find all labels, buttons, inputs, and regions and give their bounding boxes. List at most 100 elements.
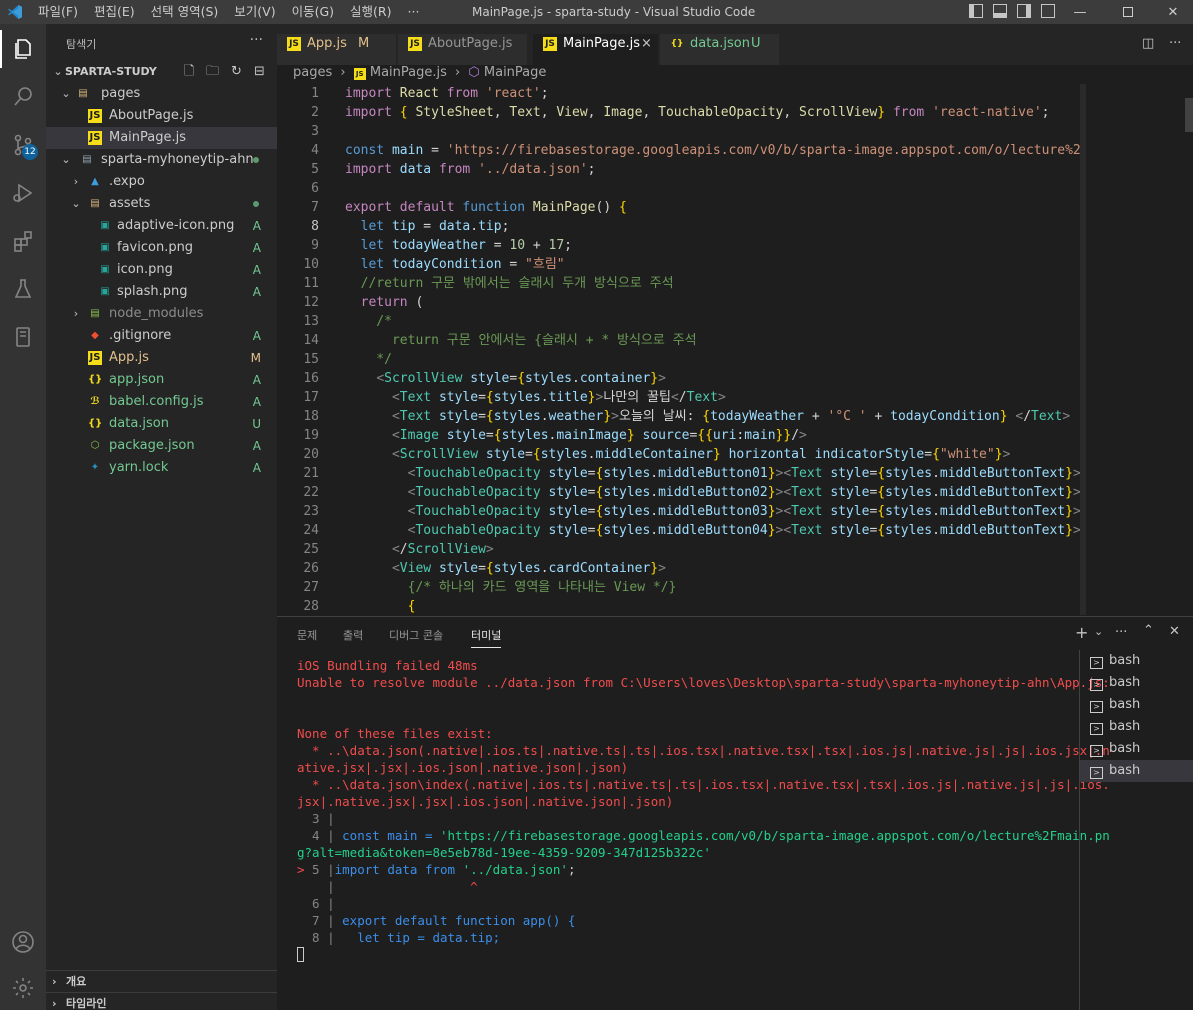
code-line[interactable]: 2 import { StyleSheet, Text, View, Image,… <box>277 103 1080 122</box>
tab-problems[interactable]: 문제 <box>297 627 317 643</box>
terminal-instance[interactable]: > bash <box>1080 650 1193 672</box>
tab-output[interactable]: 출력 <box>343 627 363 643</box>
code-line[interactable]: 17 <Text style={styles.title}>나만의 꿀팁</Te… <box>277 388 1080 407</box>
code-line[interactable]: 16 <ScrollView style={styles.container}> <box>277 369 1080 388</box>
tree-item-adaptive-icon[interactable]: ▣ adaptive-icon.png A <box>46 215 277 237</box>
code-line[interactable]: 10 let todayCondition = "흐림" <box>277 255 1080 274</box>
workspace-root[interactable]: ⌄ SPARTA-STUDY 🗋 🗀 ↻ ⊟ <box>46 61 277 83</box>
close-tab-icon[interactable]: × <box>641 34 652 54</box>
tree-item-data-json[interactable]: {} data.json U <box>46 413 277 435</box>
tree-item-node-modules[interactable]: › ▤ node_modules <box>46 303 277 325</box>
menu-more[interactable]: ··· <box>400 0 428 24</box>
tab-debug-console[interactable]: 디버그 콘솔 <box>389 627 443 643</box>
explorer-icon[interactable] <box>0 26 46 72</box>
tree-item-pages[interactable]: ⌄ ▤ pages <box>46 83 277 105</box>
tab-aboutpage[interactable]: JS AboutPage.js <box>398 34 528 65</box>
tab-mainpage[interactable]: JS MainPage.js × <box>533 34 659 65</box>
collapse-all-icon[interactable]: ⊟ <box>254 61 265 83</box>
code-line[interactable]: 25 </ScrollView> <box>277 540 1080 559</box>
terminal-instance[interactable]: > bash <box>1080 672 1193 694</box>
code-line[interactable]: 11 //return 구문 밖에서는 슬래시 두개 방식으로 주석 <box>277 274 1080 293</box>
tree-item-app-js[interactable]: JS App.js M <box>46 347 277 369</box>
menu-view[interactable]: 보기(V) <box>226 0 283 24</box>
explorer-more-icon[interactable]: ··· <box>250 32 263 48</box>
tab-app-js[interactable]: JS App.js M <box>277 34 397 65</box>
code-line[interactable]: 21 <TouchableOpacity style={styles.middl… <box>277 464 1080 483</box>
tree-item-assets[interactable]: ⌄ ▤ assets <box>46 193 277 215</box>
toggle-sidebar-icon[interactable] <box>969 4 983 18</box>
code-line[interactable]: 18 <Text style={styles.weather}>오늘의 날씨: … <box>277 407 1080 426</box>
terminal-dropdown-icon[interactable]: ⌄ <box>1094 625 1103 638</box>
new-file-icon[interactable]: 🗋 <box>184 61 194 83</box>
outline-section[interactable]: › 개요 <box>46 970 277 992</box>
customize-layout-icon[interactable] <box>1041 4 1055 18</box>
tree-item-favicon[interactable]: ▣ favicon.png A <box>46 237 277 259</box>
code-line[interactable]: 19 <Image style={styles.mainImage} sourc… <box>277 426 1080 445</box>
menu-go[interactable]: 이동(G) <box>284 0 342 24</box>
breadcrumb-file[interactable]: MainPage.js <box>370 65 447 80</box>
code-line[interactable]: 4 const main = 'https://firebasestorage.g… <box>277 141 1080 160</box>
code-line[interactable]: 12 return ( <box>277 293 1080 312</box>
code-line[interactable]: 20 <ScrollView style={styles.middleConta… <box>277 445 1080 464</box>
code-line[interactable]: 13 /* <box>277 312 1080 331</box>
new-folder-icon[interactable]: 🗀 <box>206 61 219 83</box>
tab-data-json[interactable]: {} data.json U <box>660 34 780 65</box>
maximize-button[interactable] <box>1105 0 1151 24</box>
tree-item-babel-config[interactable]: ℬ babel.config.js A <box>46 391 277 413</box>
tree-item-mainpage[interactable]: JS MainPage.js <box>46 127 277 149</box>
code-line[interactable]: 8 let tip = data.tip; <box>277 217 1080 236</box>
tree-item-gitignore[interactable]: ◆ .gitignore A <box>46 325 277 347</box>
tree-item-expo[interactable]: › ▲ .expo <box>46 171 277 193</box>
tree-item-aboutpage[interactable]: JS AboutPage.js <box>46 105 277 127</box>
code-line[interactable]: 15 */ <box>277 350 1080 369</box>
close-window-button[interactable]: ✕ <box>1150 0 1193 24</box>
breadcrumb-folder[interactable]: pages <box>293 65 332 80</box>
code-line[interactable]: 5 import data from '../data.json'; <box>277 160 1080 179</box>
accounts-icon[interactable] <box>0 919 46 965</box>
search-icon[interactable] <box>0 74 46 120</box>
panel-more-icon[interactable]: ··· <box>1115 625 1127 640</box>
minimap[interactable] <box>1080 84 1193 615</box>
code-line[interactable]: 27 {/* 하나의 카드 영역을 나타내는 View */} <box>277 578 1080 597</box>
code-line[interactable]: 1 import React from 'react'; <box>277 84 1080 103</box>
code-line[interactable]: 3 <box>277 122 1080 141</box>
tree-item-app-json[interactable]: {} app.json A <box>46 369 277 391</box>
terminal-instance[interactable]: > bash <box>1080 716 1193 738</box>
code-line[interactable]: 14 return 구문 안에서는 {슬래시 + * 방식으로 주석 <box>277 331 1080 350</box>
terminal-instance[interactable]: > bash <box>1080 760 1193 782</box>
code-line[interactable]: 22 <TouchableOpacity style={styles.middl… <box>277 483 1080 502</box>
run-debug-icon[interactable] <box>0 170 46 216</box>
remote-explorer-icon[interactable] <box>0 314 46 360</box>
timeline-section[interactable]: › 타임라인 <box>46 992 277 1010</box>
code-line[interactable]: 7 export default function MainPage() { <box>277 198 1080 217</box>
code-line[interactable]: 28 { <box>277 597 1080 615</box>
code-line[interactable]: 23 <TouchableOpacity style={styles.middl… <box>277 502 1080 521</box>
minimize-button[interactable]: — <box>1057 0 1103 24</box>
code-line[interactable]: 6 <box>277 179 1080 198</box>
refresh-icon[interactable]: ↻ <box>231 61 242 83</box>
tree-item-project-folder[interactable]: ⌄ ▤ sparta-myhoneytip-ahn <box>46 149 277 171</box>
menu-run[interactable]: 실행(R) <box>342 0 399 24</box>
maximize-panel-icon[interactable]: ⌃ <box>1143 623 1154 638</box>
tree-item-splash[interactable]: ▣ splash.png A <box>46 281 277 303</box>
settings-gear-icon[interactable] <box>0 965 46 1010</box>
split-editor-icon[interactable]: ◫ <box>1142 36 1154 51</box>
terminal-instance[interactable]: > bash <box>1080 694 1193 716</box>
menu-selection[interactable]: 선택 영역(S) <box>143 0 227 24</box>
tab-terminal[interactable]: 터미널 <box>471 627 502 648</box>
code-editor[interactable]: 1 import React from 'react'; 2 import { Sty… <box>277 84 1080 615</box>
toggle-secondary-sidebar-icon[interactable] <box>1017 4 1031 18</box>
source-control-icon[interactable]: 12 <box>0 122 46 168</box>
tree-item-package-json[interactable]: ⬡ package.json A <box>46 435 277 457</box>
toggle-panel-icon[interactable] <box>993 4 1007 18</box>
testing-icon[interactable] <box>0 266 46 312</box>
menu-edit[interactable]: 편집(E) <box>86 0 143 24</box>
terminal-instance[interactable]: > bash <box>1080 738 1193 760</box>
extensions-icon[interactable] <box>0 218 46 264</box>
menu-file[interactable]: 파일(F) <box>30 0 86 24</box>
tree-item-icon-png[interactable]: ▣ icon.png A <box>46 259 277 281</box>
new-terminal-icon[interactable]: + <box>1075 623 1088 642</box>
close-panel-icon[interactable]: ✕ <box>1169 624 1180 639</box>
editor-more-icon[interactable]: ··· <box>1169 36 1181 51</box>
tree-item-yarn-lock[interactable]: ✦ yarn.lock A <box>46 457 277 479</box>
